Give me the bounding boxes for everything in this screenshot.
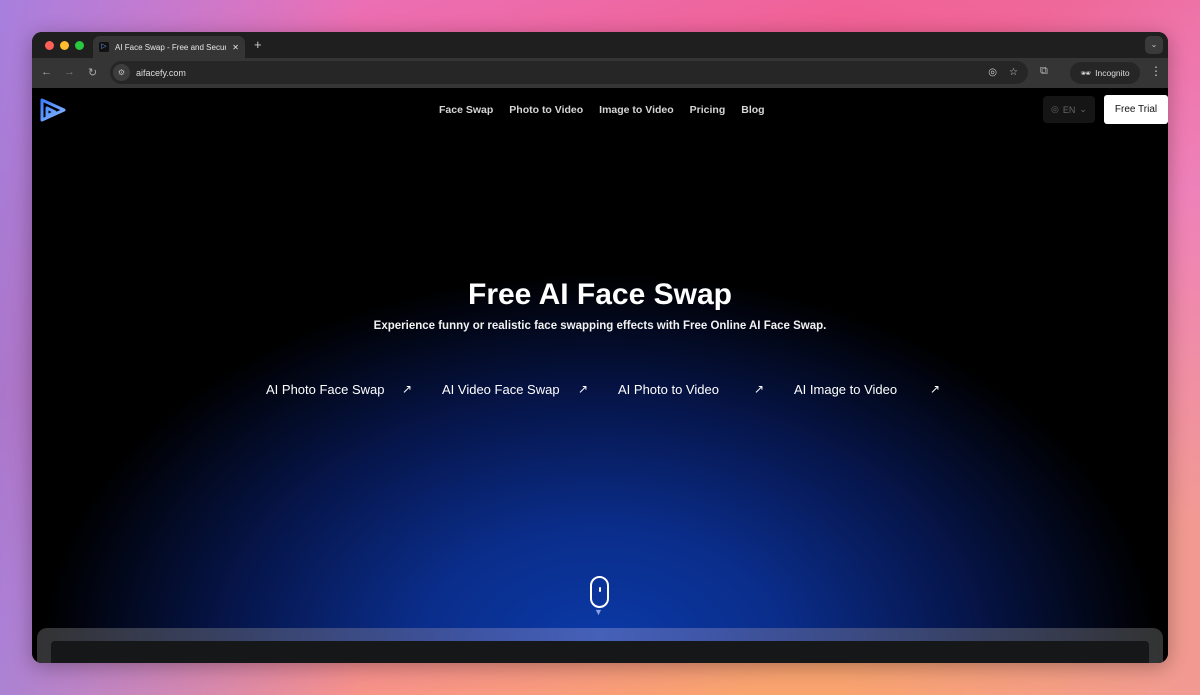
url-text: aifacefy.com xyxy=(136,67,186,78)
browser-tab[interactable]: ▷ AI Face Swap - Free and Secure ✕ xyxy=(93,36,245,58)
browser-toolbar: ← → ↻ ⚙ aifacefy.com ◎ ☆ ⧉ 🕶 Incognito ⋮ xyxy=(32,58,1168,88)
site-settings-icon[interactable]: ⚙ xyxy=(113,64,130,81)
close-window-button[interactable] xyxy=(45,41,54,50)
link-ai-image-to-video[interactable]: AI Image to Video ↗ xyxy=(794,382,970,397)
incognito-icon: 🕶 xyxy=(1080,67,1092,78)
chevron-down-icon: ⌄ xyxy=(1079,104,1087,114)
nav-pricing[interactable]: Pricing xyxy=(690,104,726,116)
site-logo[interactable] xyxy=(40,98,68,124)
link-label: AI Photo Face Swap xyxy=(266,382,385,397)
browser-menu-icon[interactable]: ⋮ xyxy=(1150,64,1162,78)
incognito-label: Incognito xyxy=(1095,68,1130,78)
arrow-up-right-icon: ↗ xyxy=(929,382,940,396)
link-label: AI Photo to Video xyxy=(618,382,719,397)
address-bar[interactable]: ⚙ aifacefy.com ◎ ☆ xyxy=(110,61,1028,84)
free-trial-button[interactable]: Free Trial xyxy=(1104,95,1168,124)
nav-photo-to-video[interactable]: Photo to Video xyxy=(509,104,583,116)
link-label: AI Image to Video xyxy=(794,382,898,397)
tool-panel-inner xyxy=(51,641,1149,663)
reload-button[interactable]: ↻ xyxy=(88,66,97,79)
feature-links: AI Photo Face Swap ↗ AI Video Face Swap ↗ … xyxy=(266,382,970,397)
extensions-icon[interactable]: ⧉ xyxy=(1040,65,1048,78)
maximize-window-button[interactable] xyxy=(75,41,84,50)
webpage: Face Swap Photo to Video Image to Video … xyxy=(32,88,1168,663)
link-ai-photo-face-swap[interactable]: AI Photo Face Swap ↗ xyxy=(266,382,442,397)
language-selector[interactable]: ◎ EN ⌄ xyxy=(1043,96,1095,123)
tab-search-button[interactable]: ⌄ xyxy=(1145,36,1163,54)
arrow-up-right-icon: ↗ xyxy=(401,382,412,396)
chevron-down-icon: ▼ xyxy=(594,607,603,617)
nav-face-swap[interactable]: Face Swap xyxy=(439,104,493,116)
hero-title: Free AI Face Swap xyxy=(468,278,732,311)
forward-button[interactable]: → xyxy=(64,66,75,78)
arrow-up-right-icon: ↗ xyxy=(577,382,588,396)
minimize-window-button[interactable] xyxy=(60,41,69,50)
language-label: EN xyxy=(1062,104,1076,115)
favicon-icon: ▷ xyxy=(99,42,109,52)
nav-blog[interactable]: Blog xyxy=(741,104,764,116)
bookmark-star-icon[interactable]: ☆ xyxy=(1009,67,1018,78)
arrow-up-right-icon: ↗ xyxy=(753,382,764,396)
hero-subtitle: Experience funny or realistic face swapp… xyxy=(373,320,827,332)
tab-title: AI Face Swap - Free and Secure xyxy=(115,42,227,52)
tool-panel xyxy=(37,628,1163,663)
new-tab-button[interactable]: + xyxy=(254,37,262,52)
link-ai-photo-to-video[interactable]: AI Photo to Video ↗ xyxy=(618,382,794,397)
browser-window: ▷ AI Face Swap - Free and Secure ✕ + ⌄ ←… xyxy=(32,32,1168,663)
nav-image-to-video[interactable]: Image to Video xyxy=(599,104,674,116)
scroll-mouse-icon[interactable] xyxy=(590,576,609,608)
link-label: AI Video Face Swap xyxy=(442,382,560,397)
link-ai-video-face-swap[interactable]: AI Video Face Swap ↗ xyxy=(442,382,618,397)
eye-off-icon[interactable]: ◎ xyxy=(988,67,997,78)
back-button[interactable]: ← xyxy=(41,66,52,78)
incognito-badge[interactable]: 🕶 Incognito xyxy=(1070,62,1140,84)
window-controls xyxy=(45,41,84,50)
tab-bar: ▷ AI Face Swap - Free and Secure ✕ + ⌄ xyxy=(32,32,1168,58)
close-tab-icon[interactable]: ✕ xyxy=(232,43,239,52)
globe-icon: ◎ xyxy=(1051,104,1059,114)
main-nav: Face Swap Photo to Video Image to Video … xyxy=(439,104,765,116)
